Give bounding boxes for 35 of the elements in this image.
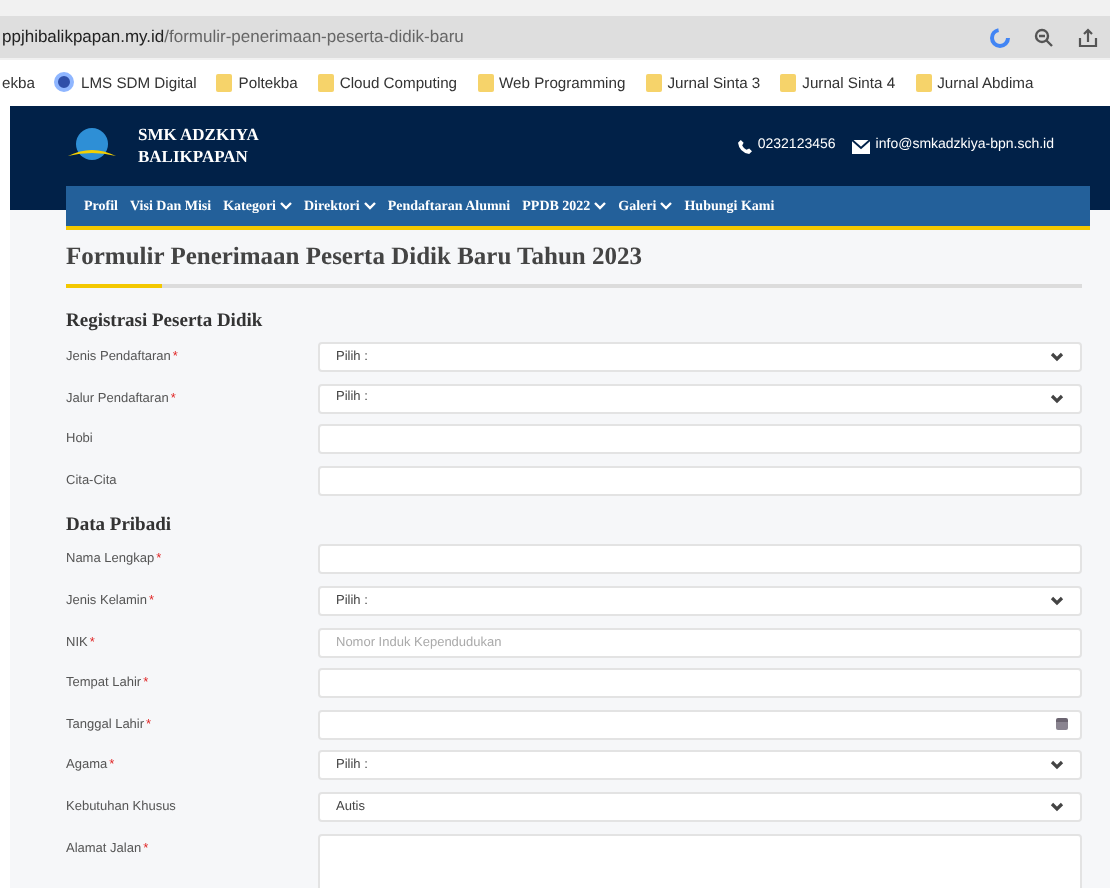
- url-text: ppjhibalikpapan.my.id/formulir-penerimaan-peserta-didik-baru: [2, 24, 466, 50]
- chevron-down-icon: [1050, 760, 1064, 771]
- chevron-down-icon: [280, 202, 292, 210]
- chevron-down-icon: [363, 202, 376, 210]
- calendar-icon: [1056, 718, 1068, 731]
- share-icon[interactable]: [1078, 27, 1098, 47]
- text-field[interactable]: [318, 424, 1082, 455]
- chevron-down-icon: [1050, 595, 1064, 606]
- address-bar[interactable]: ppjhibalikpapan.my.id/formulir-penerimaan-peserta-didik-baru: [0, 16, 1110, 58]
- text-field[interactable]: [318, 668, 1082, 699]
- title-underline: [66, 284, 162, 288]
- text-field[interactable]: [318, 544, 1082, 575]
- chevron-down-icon: [1050, 393, 1064, 404]
- phone-icon: [737, 139, 752, 153]
- chevron-down-icon: [660, 202, 673, 210]
- folder-icon: [216, 73, 233, 92]
- folder-icon: [477, 73, 494, 92]
- chevron-down-icon: [594, 202, 607, 210]
- folder-icon: [915, 73, 932, 92]
- school-name: SMK ADZKIYA: [138, 124, 259, 146]
- folder-icon: [645, 73, 662, 92]
- text-field[interactable]: [318, 465, 1082, 496]
- school-name: BALIKPAPAN: [138, 146, 250, 168]
- date-field[interactable]: [318, 709, 1082, 740]
- envelope-icon: [851, 139, 870, 153]
- chevron-down-icon: [1050, 352, 1064, 362]
- form-title: Formulir Penerimaan Peserta Didik Baru Tahun 2023: [66, 240, 644, 272]
- school-logo-icon: [66, 126, 118, 166]
- chevron-down-icon: [1050, 801, 1064, 812]
- section-heading: Data Pribadi: [66, 513, 174, 540]
- site-icon: [54, 72, 75, 93]
- folder-icon: [317, 73, 334, 92]
- section-heading: Registrasi Peserta Didik: [66, 310, 265, 337]
- zoom-icon[interactable]: [1034, 27, 1054, 47]
- folder-icon: [780, 73, 797, 92]
